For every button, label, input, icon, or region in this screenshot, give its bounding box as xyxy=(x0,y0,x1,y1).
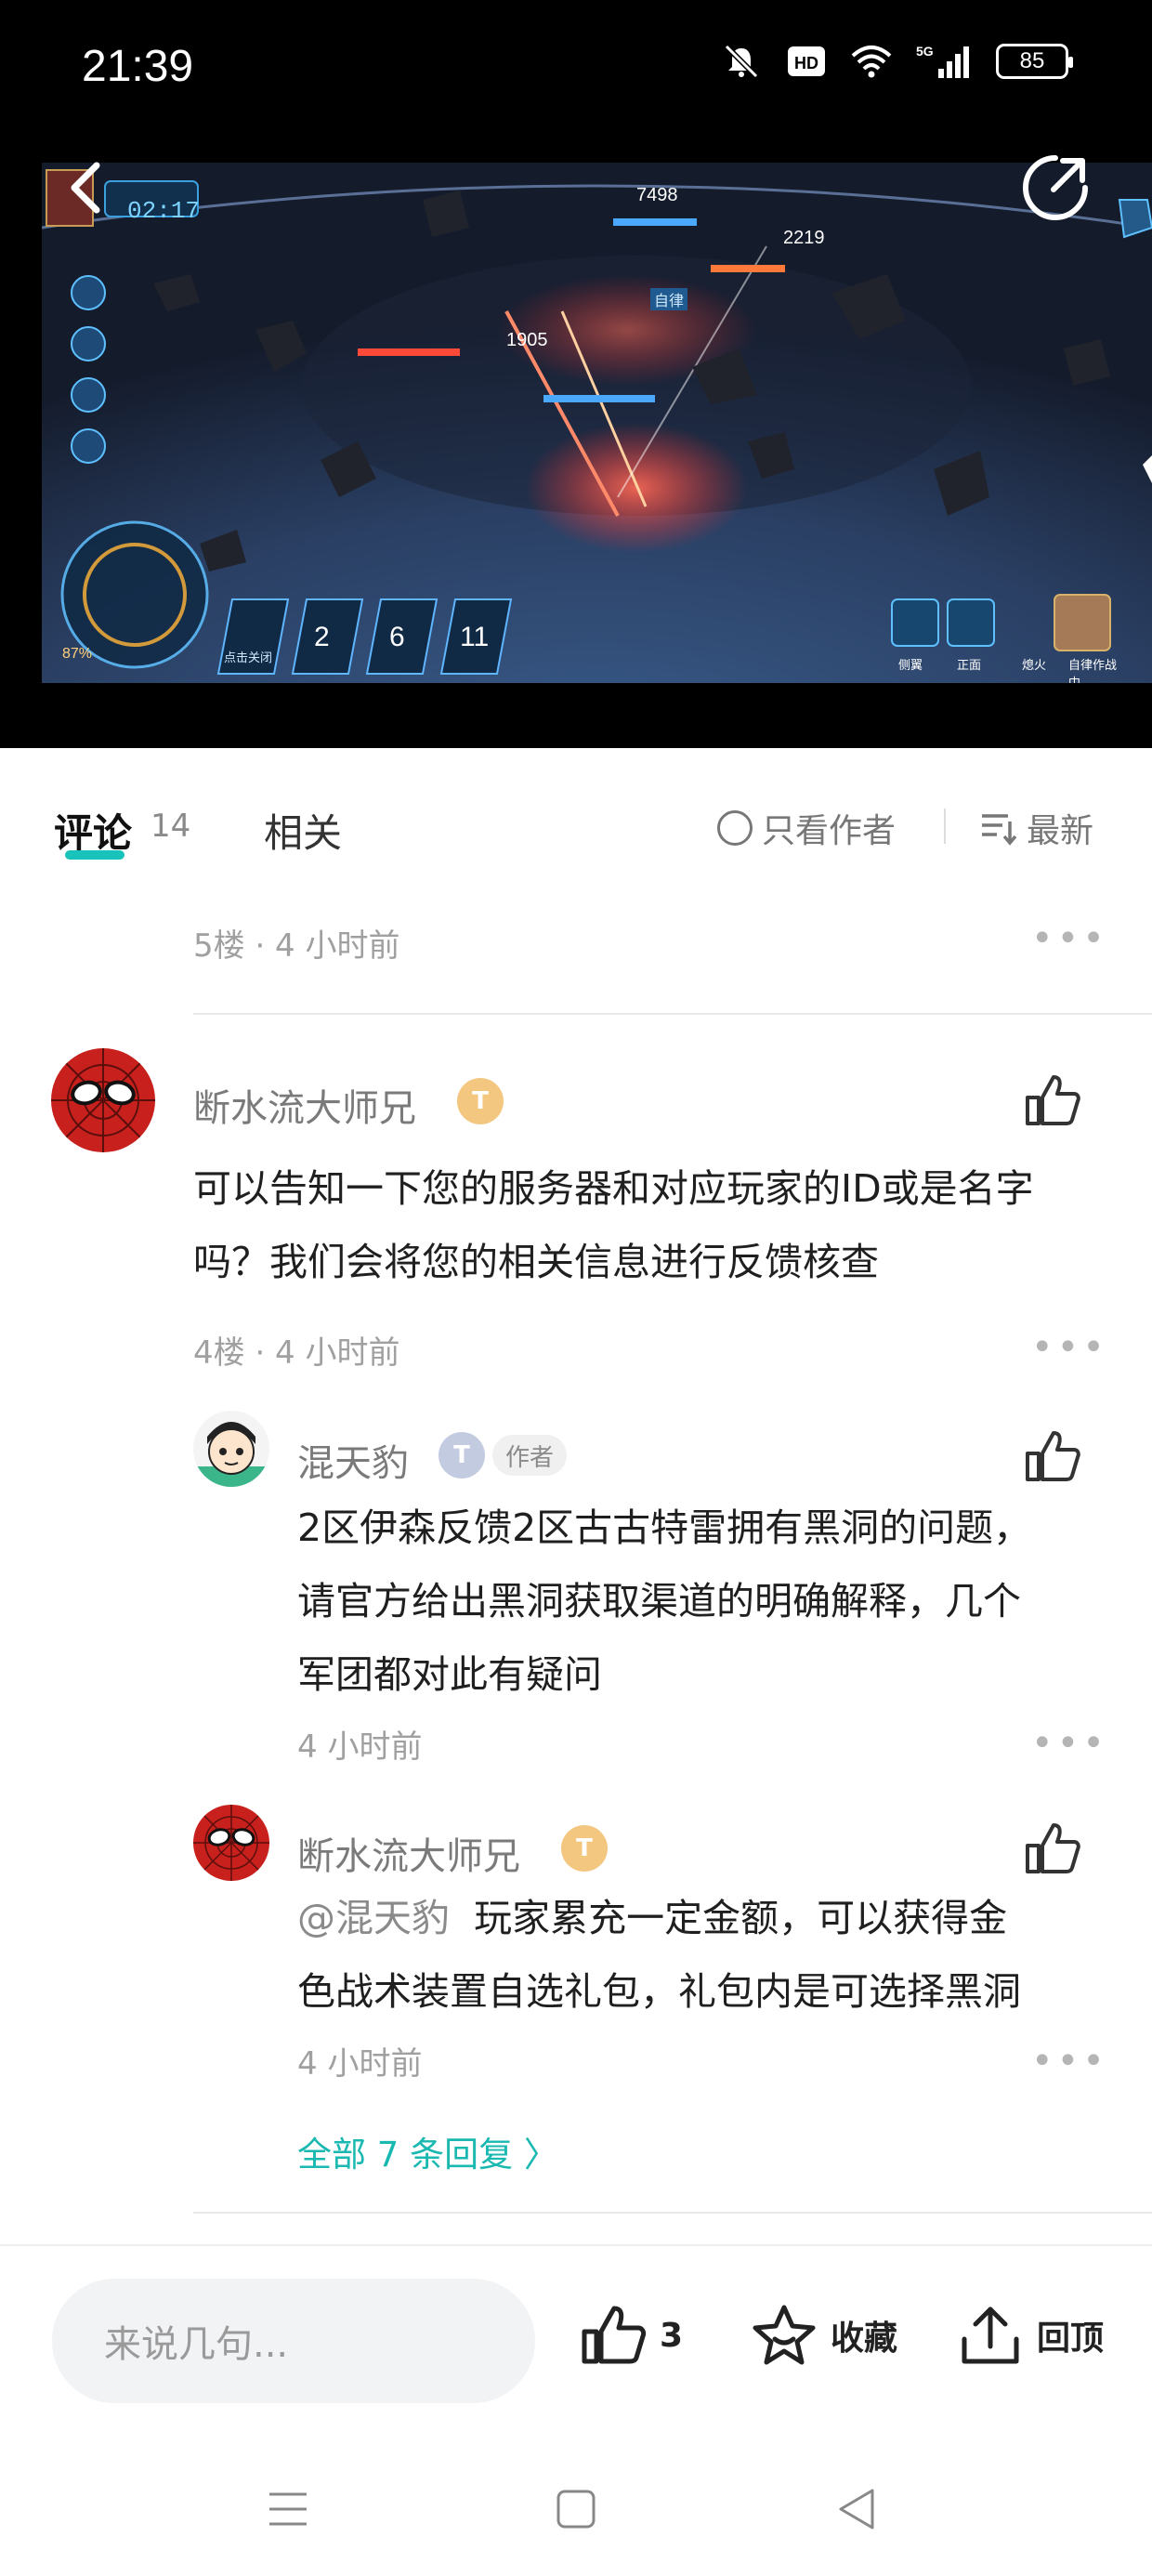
divider xyxy=(193,2212,1152,2214)
username[interactable]: 断水流大师兄 xyxy=(193,1078,416,1132)
more-options-icon[interactable]: ••• xyxy=(1031,1725,1108,1762)
like-count: 3 xyxy=(660,2316,684,2355)
divider xyxy=(193,1013,1152,1015)
more-options-icon[interactable]: ••• xyxy=(1031,2043,1108,2080)
sort-button[interactable]: 最新 xyxy=(980,804,1093,852)
power-percent: 87% xyxy=(62,646,93,662)
wifi-icon xyxy=(851,46,892,78)
comment-text: 可以告知一下您的服务器和对应玩家的ID或是名字 吗？我们会将您的相关信息进行反馈… xyxy=(193,1152,1113,1299)
reply-text-line: 请官方给出黑洞获取渠道的明确解释，几个 xyxy=(297,1579,1021,1623)
all-replies-link[interactable]: 全部 7 条回复 〉 xyxy=(297,2126,558,2176)
nav-menu-button[interactable] xyxy=(260,2481,316,2537)
reply-text: @混天豹 玩家累充一定金额，可以获得金 色战术装置自选礼包，礼包内是可选择黑洞 xyxy=(297,1882,1115,2029)
triangle-back-icon xyxy=(839,2489,874,2530)
slot-label: 点击关闭 xyxy=(224,651,273,665)
status-bar: 21:39 HD 5G 85 xyxy=(0,0,1152,139)
back-to-top-label: 回顶 xyxy=(1037,2320,1105,2358)
tab-related[interactable]: 相关 xyxy=(264,802,342,859)
favorite-label: 收藏 xyxy=(831,2320,898,2358)
radio-icon xyxy=(717,810,753,846)
divider xyxy=(944,808,946,844)
reply-time: 4 小时前 xyxy=(297,1728,423,1766)
reply-text-line: 2区伊森反馈2区古古特雷拥有黑洞的问题， xyxy=(297,1505,1032,1550)
skill-label-front: 正面 xyxy=(957,659,982,673)
comment-meta: 4楼 · 4 小时前 xyxy=(193,1334,400,1372)
comment-text-line: 吗？我们会将您的相关信息进行反馈核查 xyxy=(193,1240,879,1284)
avatar[interactable] xyxy=(51,1048,155,1152)
game-screenshot[interactable]: 02:17 7498 2219 1905 自律 87% 点击关闭 2 6 11 … xyxy=(42,163,1152,683)
mention-link[interactable]: @混天豹 xyxy=(297,1896,450,1940)
like-icon[interactable] xyxy=(1024,1071,1081,1129)
more-options-icon[interactable]: ••• xyxy=(1031,1329,1108,1366)
only-author-label: 只看作者 xyxy=(762,812,897,850)
more-options-icon[interactable]: ••• xyxy=(1031,920,1108,957)
share-button[interactable] xyxy=(1016,149,1094,227)
reply-time: 4 小时前 xyxy=(297,2045,423,2083)
game-scene xyxy=(42,163,1152,683)
reply-text-line: 军团都对此有疑问 xyxy=(297,1652,602,1697)
nav-back-button[interactable] xyxy=(829,2481,884,2537)
video-player[interactable]: 02:17 7498 2219 1905 自律 87% 点击关闭 2 6 11 … xyxy=(0,139,1152,748)
back-icon xyxy=(71,162,100,214)
like-button[interactable]: 3 xyxy=(580,2302,683,2369)
damage-number-1: 7498 xyxy=(636,185,678,205)
favorite-button[interactable]: 收藏 xyxy=(751,2302,897,2369)
back-to-top-button[interactable]: 回顶 xyxy=(957,2302,1104,2369)
only-author-toggle[interactable]: 只看作者 xyxy=(717,804,896,852)
unit-count-1: 2 xyxy=(314,622,330,652)
skill-label-auto: 自律作战中…… xyxy=(1068,659,1118,683)
svg-text:HD: HD xyxy=(794,54,818,72)
menu-icon xyxy=(269,2492,307,2526)
unit-count-3: 11 xyxy=(460,622,490,652)
reply-text-line: @混天豹 玩家累充一定金额，可以获得金 xyxy=(297,1882,1115,1955)
comments-count: 14 xyxy=(151,808,191,845)
hd-icon: HD xyxy=(788,46,825,76)
reply-text-segment: 玩家累充一定金额，可以获得金 xyxy=(474,1896,1008,1940)
damage-number-2: 2219 xyxy=(783,228,825,248)
system-nav-bar xyxy=(0,2439,1152,2576)
level-badge: T xyxy=(439,1432,485,1479)
reply-text: 2区伊森反馈2区古古特雷拥有黑洞的问题， 请官方给出黑洞获取渠道的明确解释，几个… xyxy=(297,1492,1115,1712)
star-icon xyxy=(753,2305,816,2365)
auto-tag: 自律 xyxy=(650,288,688,310)
mute-bell-icon xyxy=(724,44,759,79)
level-badge: T xyxy=(561,1825,608,1872)
status-icons: HD 5G 85 xyxy=(721,43,1073,80)
cartoon-avatar-icon xyxy=(193,1411,269,1487)
skill-label-fire: 熄火 xyxy=(1022,659,1047,673)
like-icon[interactable] xyxy=(1024,1820,1081,1877)
status-time: 21:39 xyxy=(82,42,194,91)
unit-count-2: 6 xyxy=(389,622,405,652)
back-button[interactable] xyxy=(58,151,113,225)
tabs-row: 评论 14 相关 只看作者 最新 xyxy=(0,748,1152,906)
skill-label-flank: 侧翼 xyxy=(898,659,923,673)
svg-text:5G: 5G xyxy=(916,44,934,59)
signal-5g-icon: 5G xyxy=(916,44,969,78)
username[interactable]: 混天豹 xyxy=(297,1433,409,1487)
author-tag: 作者 xyxy=(492,1435,568,1476)
like-icon xyxy=(582,2306,647,2364)
comment-text-line: 可以告知一下您的服务器和对应玩家的ID或是名字 xyxy=(193,1166,1034,1211)
avatar[interactable] xyxy=(193,1411,269,1487)
bottom-action-bar: 来说几句... 3 收藏 回顶 xyxy=(0,2244,1152,2439)
damage-number-3: 1905 xyxy=(506,330,548,350)
spiderman-avatar-icon xyxy=(51,1048,155,1152)
sort-label: 最新 xyxy=(1027,812,1094,850)
reply-text-line: 色战术装置自选礼包，礼包内是可选择黑洞 xyxy=(297,1969,1021,2014)
spiderman-avatar-icon xyxy=(193,1805,269,1881)
comment-input[interactable]: 来说几句... xyxy=(52,2279,535,2403)
square-icon xyxy=(556,2490,596,2529)
upload-icon xyxy=(962,2307,1019,2364)
level-badge: T xyxy=(457,1078,504,1124)
nav-home-button[interactable] xyxy=(548,2481,604,2537)
battery-indicator: 85 xyxy=(996,44,1073,79)
username[interactable]: 断水流大师兄 xyxy=(297,1826,520,1880)
sort-icon xyxy=(982,814,1017,846)
avatar[interactable] xyxy=(193,1805,269,1881)
tab-active-indicator xyxy=(65,850,124,860)
share-icon xyxy=(1023,155,1088,220)
like-icon[interactable] xyxy=(1024,1427,1081,1485)
comment-meta: 5楼 · 4 小时前 xyxy=(193,927,400,965)
game-timer: 02:17 xyxy=(127,197,201,225)
